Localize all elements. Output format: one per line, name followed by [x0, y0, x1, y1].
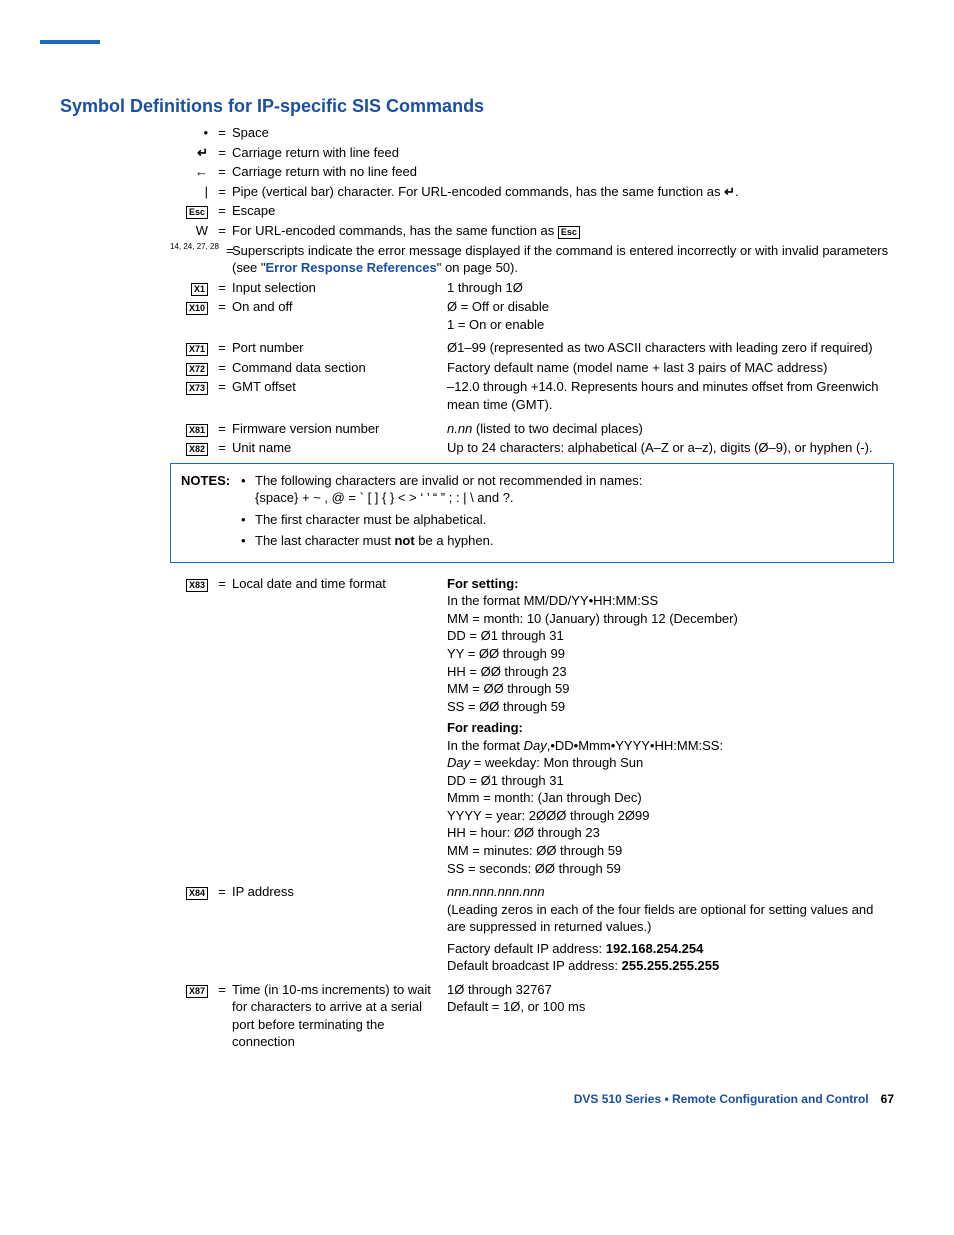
- def-x72: X72 = Command data section Factory defau…: [170, 359, 894, 377]
- def-w: W = For URL-encoded commands, has the sa…: [170, 222, 894, 240]
- def-x81: X81 = Firmware version number n.nn (list…: [170, 420, 894, 438]
- symbol-superscripts: 14, 24, 27, 28: [170, 242, 226, 253]
- symbol-enter: ↵: [170, 144, 212, 162]
- def-x84: X84 = IP address nnn.nnn.nnn.nnn (Leadin…: [170, 883, 894, 975]
- link-error-response[interactable]: Error Response References: [266, 260, 437, 275]
- page-heading: Symbol Definitions for IP-specific SIS C…: [60, 94, 894, 118]
- notes-box: NOTES: • The following characters are in…: [170, 463, 894, 563]
- def-space: • = Space: [170, 124, 894, 142]
- page-accent-bar: [40, 40, 100, 44]
- def-x10: X10 = On and off Ø = Off or disable 1 = …: [170, 298, 894, 333]
- def-x73: X73 = GMT offset –12.0 through +14.0. Re…: [170, 378, 894, 413]
- definitions-list-2: X83 = Local date and time format For set…: [170, 575, 894, 1051]
- def-esc: Esc = Escape: [170, 202, 894, 220]
- def-pipe: | = Pipe (vertical bar) character. For U…: [170, 183, 894, 201]
- def-crlf: ↵ = Carriage return with line feed: [170, 144, 894, 162]
- def-x87: X87 = Time (in 10-ms increments) to wait…: [170, 981, 894, 1051]
- def-x83: X83 = Local date and time format For set…: [170, 575, 894, 877]
- symbol-w: W: [170, 222, 212, 240]
- symbol-bullet: •: [170, 124, 212, 142]
- symbol-esc: Esc: [186, 206, 208, 219]
- def-x82: X82 = Unit name Up to 24 characters: alp…: [170, 439, 894, 457]
- def-x71: X71 = Port number Ø1–99 (represented as …: [170, 339, 894, 357]
- symbol-arrow-left: ←: [170, 163, 212, 181]
- def-cr: ← = Carriage return with no line feed: [170, 163, 894, 181]
- def-superscripts: 14, 24, 27, 28 = Superscripts indicate t…: [170, 242, 894, 277]
- page-footer: DVS 510 Series • Remote Configuration an…: [60, 1091, 894, 1107]
- def-x1: X1 = Input selection 1 through 1Ø: [170, 279, 894, 297]
- definitions-list: • = Space ↵ = Carriage return with line …: [170, 124, 894, 456]
- symbol-pipe: |: [170, 183, 212, 201]
